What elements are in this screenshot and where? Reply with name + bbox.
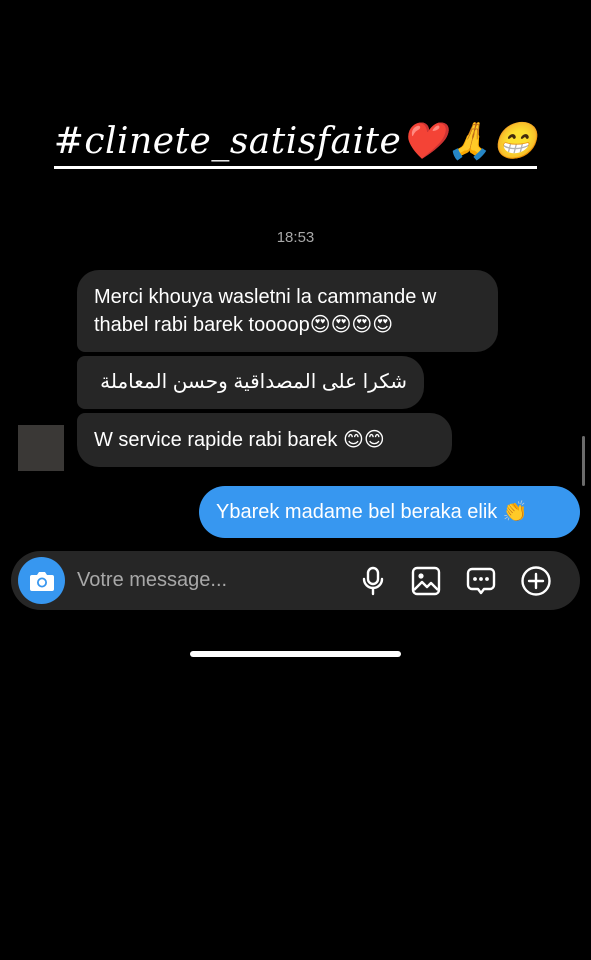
story-caption: #clinete_satisfaite❤️🙏😁 — [0, 120, 591, 169]
sticker-icon — [466, 567, 496, 595]
voice-message-button[interactable] — [357, 565, 389, 597]
plus-icon — [521, 566, 551, 596]
sender-avatar[interactable] — [18, 425, 64, 471]
microphone-icon — [362, 566, 384, 596]
message-composer — [11, 551, 580, 610]
camera-button[interactable] — [18, 557, 65, 604]
incoming-message-bubble[interactable]: شكرا على المصداقية وحسن المعاملة — [77, 356, 424, 409]
camera-icon — [29, 571, 54, 591]
sticker-button[interactable] — [465, 565, 497, 597]
dm-screen: #clinete_satisfaite❤️🙏😁 18:53 Merci khou… — [0, 0, 591, 960]
caption-hashtag: #clinete_satisfaite❤️🙏😁 — [53, 120, 538, 169]
scrollbar[interactable] — [582, 436, 585, 486]
message-input[interactable] — [77, 565, 337, 595]
more-options-button[interactable] — [520, 565, 552, 597]
message-timestamp: 18:53 — [276, 229, 315, 246]
incoming-message-bubble[interactable]: Merci khouya wasletni la cammande w thab… — [77, 270, 498, 352]
gallery-icon — [411, 566, 441, 596]
outgoing-message-bubble[interactable]: Ybarek madame bel beraka elik 👏 — [199, 486, 580, 538]
gallery-button[interactable] — [410, 565, 442, 597]
home-indicator[interactable] — [190, 651, 401, 657]
incoming-message-bubble[interactable]: W service rapide rabi barek 😊😊 — [77, 413, 452, 467]
